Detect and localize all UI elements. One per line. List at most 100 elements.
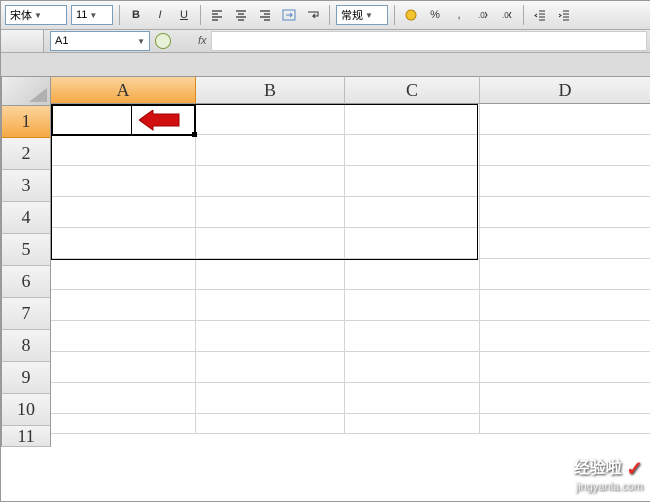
cell-c6[interactable]	[345, 259, 480, 290]
row-header-11[interactable]: 11	[1, 426, 51, 447]
cell-a4[interactable]	[51, 197, 196, 228]
row-header-3[interactable]: 3	[1, 170, 51, 202]
cell-d3[interactable]	[480, 166, 650, 197]
formula-bar-row: A1 ▼ fx	[1, 30, 650, 53]
comma-button[interactable]: ,	[449, 5, 469, 25]
cell-c3[interactable]	[345, 166, 480, 197]
row-header-9[interactable]: 9	[1, 362, 51, 394]
align-right-button[interactable]	[255, 5, 275, 25]
cell-a11[interactable]	[51, 414, 196, 434]
circle-icon	[155, 33, 171, 49]
chevron-down-icon: ▼	[89, 11, 97, 20]
col-header-c[interactable]: C	[345, 76, 480, 104]
row-header-6[interactable]: 6	[1, 266, 51, 298]
merge-cells-button[interactable]	[279, 5, 299, 25]
select-all-corner[interactable]	[1, 76, 51, 106]
underline-button[interactable]: U	[174, 5, 194, 25]
cell-c2[interactable]	[345, 135, 480, 166]
cell-a5[interactable]	[51, 228, 196, 259]
currency-button[interactable]	[401, 5, 421, 25]
cell-d11[interactable]	[480, 414, 650, 434]
italic-button[interactable]: I	[150, 5, 170, 25]
cell-c8[interactable]	[345, 321, 480, 352]
app-window: 宋体 ▼ 11 ▼ B I U 常规 ▼	[0, 0, 650, 502]
row-header-7[interactable]: 7	[1, 298, 51, 330]
bold-button[interactable]: B	[126, 5, 146, 25]
decrease-decimal-icon: .0	[501, 9, 513, 21]
name-box[interactable]: A1 ▼	[50, 31, 150, 51]
row-header-4[interactable]: 4	[1, 202, 51, 234]
cell-a2[interactable]	[51, 135, 196, 166]
svg-text:.0: .0	[478, 11, 485, 20]
increase-indent-button[interactable]	[554, 5, 574, 25]
row-header-5[interactable]: 5	[1, 234, 51, 266]
row-header-10[interactable]: 10	[1, 394, 51, 426]
cell-d10[interactable]	[480, 383, 650, 414]
cell-a6[interactable]	[51, 259, 196, 290]
comma-icon: ,	[457, 9, 460, 21]
cell-b1[interactable]	[196, 104, 345, 135]
cell-a10[interactable]	[51, 383, 196, 414]
cell-b7[interactable]	[196, 290, 345, 321]
cell-b5[interactable]	[196, 228, 345, 259]
increase-decimal-button[interactable]: .0	[473, 5, 493, 25]
cell-c10[interactable]	[345, 383, 480, 414]
cell-d7[interactable]	[480, 290, 650, 321]
indent-right-icon	[558, 9, 570, 21]
cell-d9[interactable]	[480, 352, 650, 383]
formula-input[interactable]	[211, 31, 647, 51]
decrease-decimal-button[interactable]: .0	[497, 5, 517, 25]
cell-d6[interactable]	[480, 259, 650, 290]
cell-c1[interactable]	[345, 104, 480, 135]
chevron-down-icon: ▼	[137, 37, 145, 46]
column-header-row: A B C D	[51, 76, 650, 104]
cell-d1[interactable]	[480, 104, 650, 135]
cell-a7[interactable]	[51, 290, 196, 321]
number-format-combo[interactable]: 常规 ▼	[336, 5, 388, 25]
fx-label[interactable]: fx	[198, 35, 207, 47]
wrap-text-button[interactable]	[303, 5, 323, 25]
cell-b6[interactable]	[196, 259, 345, 290]
cell-d5[interactable]	[480, 228, 650, 259]
align-center-button[interactable]	[231, 5, 251, 25]
cell-c11[interactable]	[345, 414, 480, 434]
percent-button[interactable]: %	[425, 5, 445, 25]
formatting-toolbar: 宋体 ▼ 11 ▼ B I U 常规 ▼	[1, 1, 650, 30]
separator	[394, 5, 395, 25]
col-header-b[interactable]: B	[196, 76, 345, 104]
cell-b3[interactable]	[196, 166, 345, 197]
cell-b9[interactable]	[196, 352, 345, 383]
align-left-button[interactable]	[207, 5, 227, 25]
cell-d2[interactable]	[480, 135, 650, 166]
cell-a8[interactable]	[51, 321, 196, 352]
cell-a1[interactable]	[51, 104, 196, 135]
cell-c4[interactable]	[345, 197, 480, 228]
col-header-a[interactable]: A	[51, 76, 196, 104]
cell-b2[interactable]	[196, 135, 345, 166]
separator	[200, 5, 201, 25]
row-header-8[interactable]: 8	[1, 330, 51, 362]
cell-b10[interactable]	[196, 383, 345, 414]
cell-b8[interactable]	[196, 321, 345, 352]
font-size-value: 11	[76, 9, 87, 21]
cell-b4[interactable]	[196, 197, 345, 228]
font-name-combo[interactable]: 宋体 ▼	[5, 5, 67, 25]
cell-c5[interactable]	[345, 228, 480, 259]
decrease-indent-button[interactable]	[530, 5, 550, 25]
wrap-icon	[307, 9, 319, 21]
cancel-formula-button[interactable]	[154, 32, 172, 50]
row-header-2[interactable]: 2	[1, 138, 51, 170]
cell-a9[interactable]	[51, 352, 196, 383]
cell-d4[interactable]	[480, 197, 650, 228]
cell-d8[interactable]	[480, 321, 650, 352]
cell-a3[interactable]	[51, 166, 196, 197]
cell-b11[interactable]	[196, 414, 345, 434]
row-header-1[interactable]: 1	[1, 106, 51, 138]
font-size-combo[interactable]: 11 ▼	[71, 5, 113, 25]
ruler-gap	[1, 53, 650, 76]
cell-c7[interactable]	[345, 290, 480, 321]
col-header-d[interactable]: D	[480, 76, 650, 104]
indent-left-icon	[534, 9, 546, 21]
cell-c9[interactable]	[345, 352, 480, 383]
font-name-value: 宋体	[10, 7, 32, 23]
